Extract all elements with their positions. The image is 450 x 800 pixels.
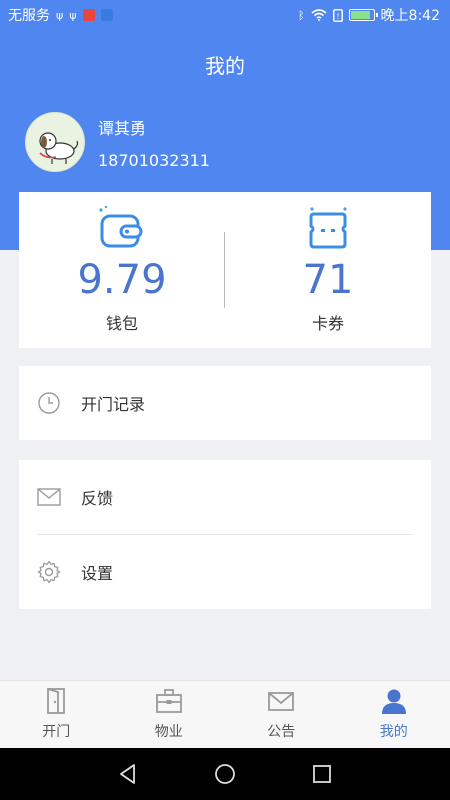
page-title: 我的	[205, 54, 245, 78]
wallet-icon	[99, 205, 143, 248]
clock-icon	[38, 392, 60, 414]
stats-card: 9.79 钱包 71 卡券	[19, 192, 431, 348]
avatar[interactable]	[25, 112, 85, 172]
tab-mine[interactable]: 我的	[338, 681, 450, 748]
tab-label: 物业	[154, 724, 183, 740]
carrier-text: 无服务	[8, 8, 50, 24]
mail-icon	[37, 488, 61, 506]
status-right: ᛒ ! 晚上8:42	[298, 5, 440, 25]
coupon-count: 71	[302, 257, 354, 303]
gear-icon	[37, 560, 61, 584]
coupon-stat[interactable]: 71 卡券	[225, 192, 431, 348]
door-log-card: 开门记录	[19, 366, 431, 440]
svg-text:!: !	[336, 12, 339, 21]
recents-icon[interactable]	[309, 761, 335, 787]
menu-item-label: 反馈	[81, 489, 114, 508]
user-phone: 18701032311	[98, 151, 210, 170]
tab-label: 我的	[379, 724, 408, 740]
notification-app-icon	[100, 9, 113, 21]
briefcase-icon	[155, 689, 182, 713]
status-left: 无服务 ψ ψ	[8, 5, 113, 25]
battery-icon	[348, 9, 378, 21]
tab-label: 公告	[267, 724, 296, 740]
home-icon[interactable]	[212, 761, 238, 787]
back-icon[interactable]	[115, 761, 141, 787]
sim-icon: !	[332, 8, 343, 22]
tab-label: 开门	[42, 724, 71, 740]
bluetooth-icon: ᛒ	[297, 8, 305, 22]
menu-item-label: 开门记录	[81, 395, 146, 414]
user-name: 谭其勇	[98, 119, 147, 138]
wallet-label: 钱包	[105, 314, 138, 333]
menu-item-door-log[interactable]: 开门记录	[19, 366, 431, 440]
usb-icon: ψ	[69, 8, 77, 22]
person-icon	[381, 689, 406, 714]
notification-app-icon	[82, 9, 95, 21]
status-bar: 无服务 ψ ψ ᛒ ! 晚上8:42	[0, 0, 450, 30]
wallet-stat[interactable]: 9.79 钱包	[19, 192, 225, 348]
menu-item-settings[interactable]: 设置	[19, 535, 431, 609]
tab-door[interactable]: 开门	[0, 681, 113, 748]
door-icon	[47, 688, 66, 714]
system-navigation-bar	[0, 748, 450, 800]
wallet-balance: 9.79	[77, 257, 167, 303]
bottom-tabbar: 开门 物业 公告 我的	[0, 680, 450, 748]
menu-item-feedback[interactable]: 反馈	[19, 460, 431, 534]
tab-announcement[interactable]: 公告	[225, 681, 338, 748]
wifi-icon	[311, 9, 327, 21]
coupon-label: 卡券	[311, 314, 344, 333]
envelope-icon	[268, 692, 295, 711]
tab-property[interactable]: 物业	[113, 681, 226, 748]
settings-card: 反馈 设置	[19, 460, 431, 609]
dog-avatar-icon	[39, 132, 79, 164]
usb-icon: ψ	[56, 8, 64, 22]
coupon-icon	[309, 207, 347, 249]
menu-item-label: 设置	[81, 564, 114, 583]
clock-time: 晚上8:42	[380, 8, 440, 24]
